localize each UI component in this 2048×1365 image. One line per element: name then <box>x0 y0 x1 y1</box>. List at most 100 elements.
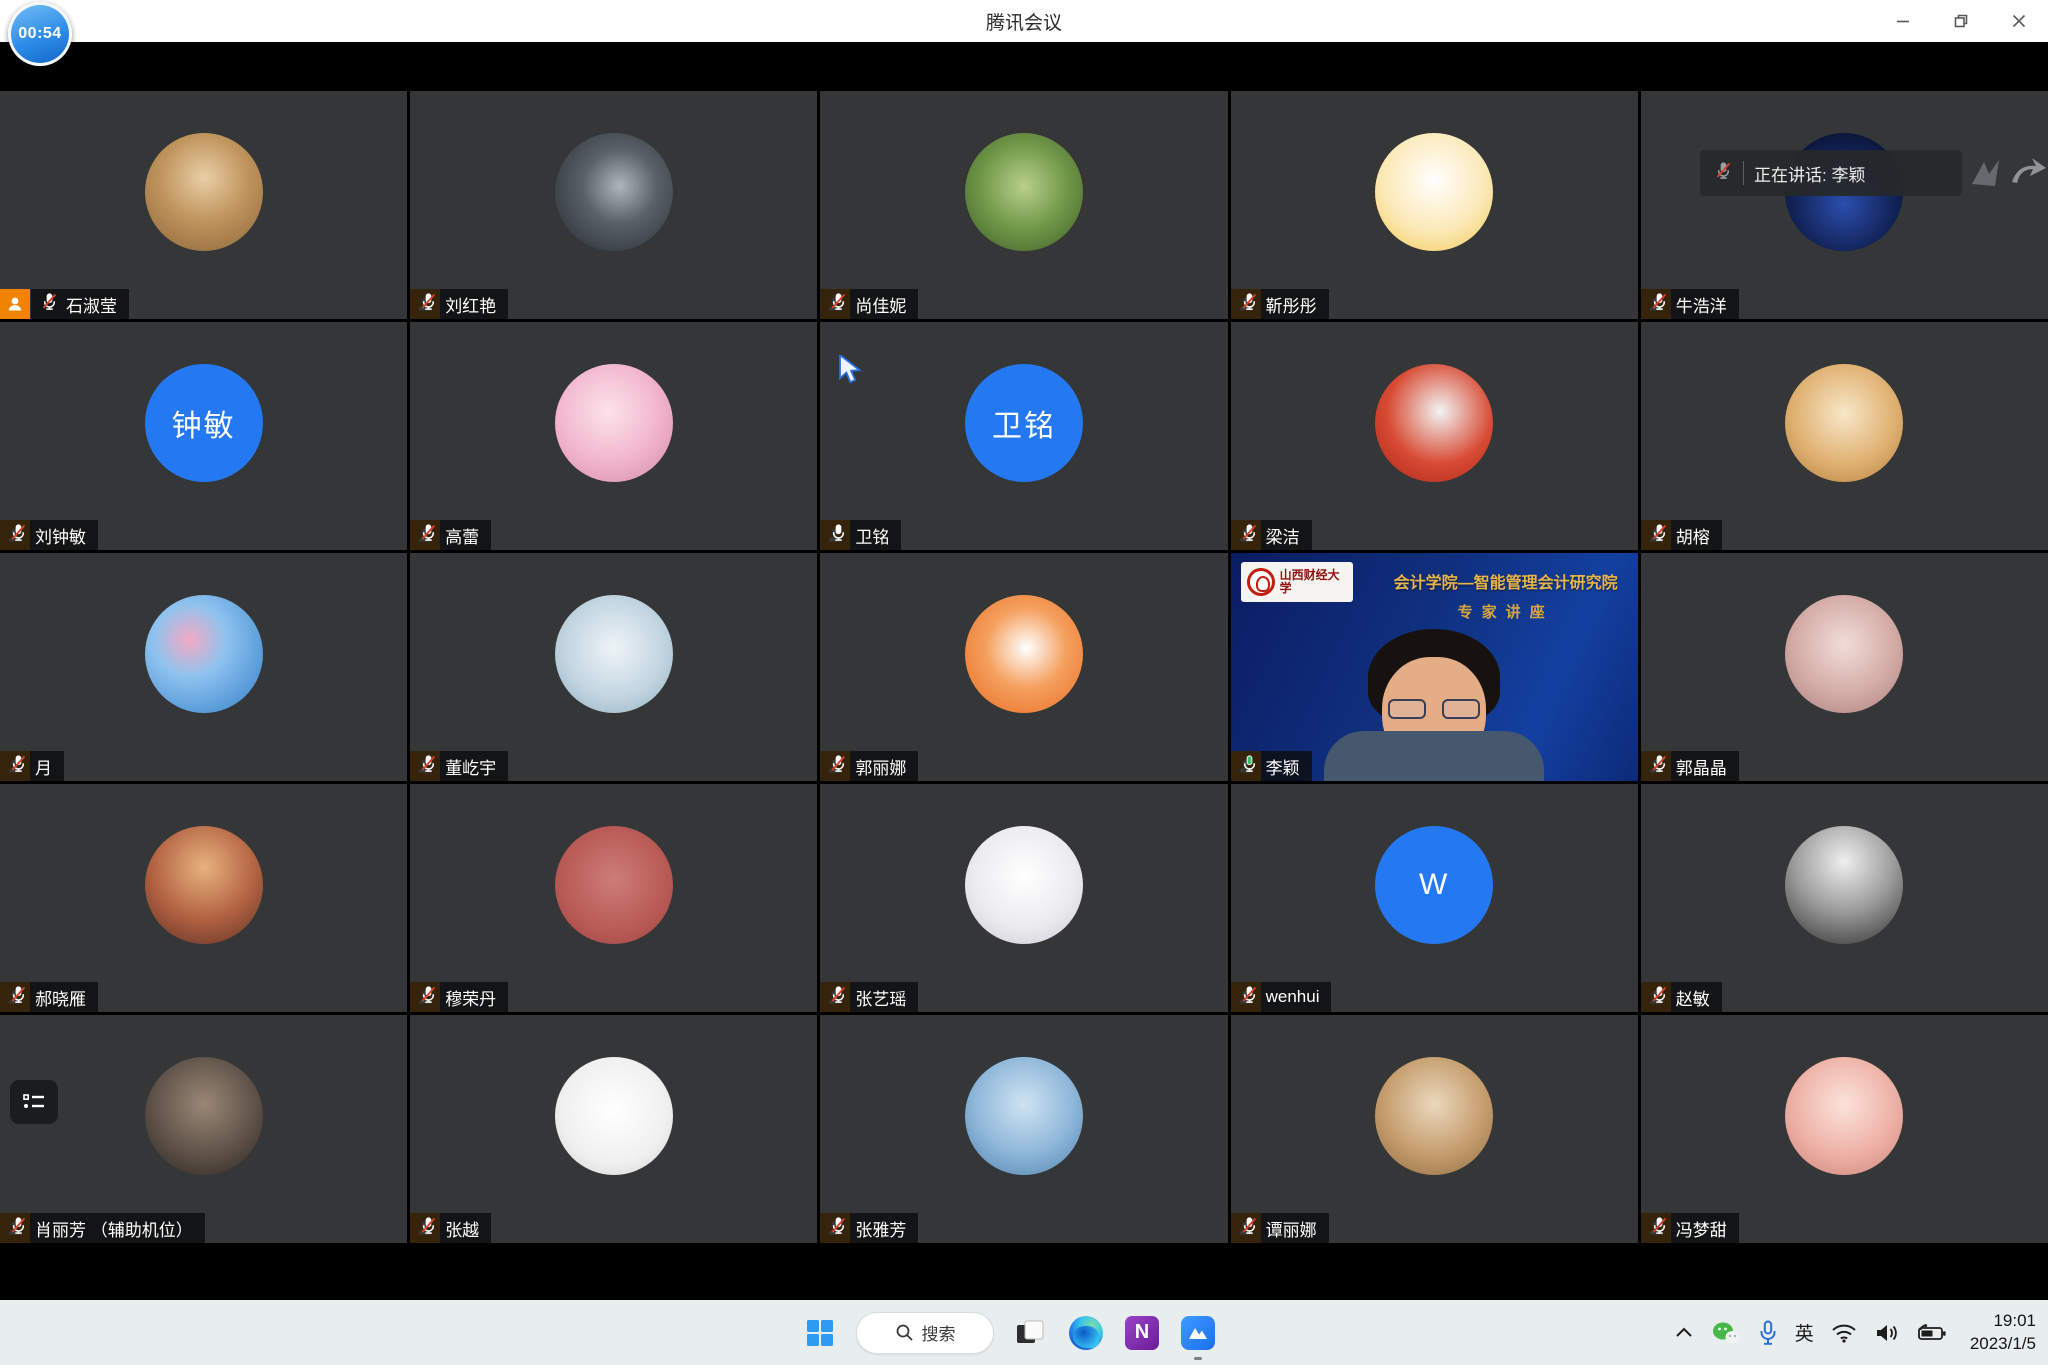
restore-button[interactable] <box>1932 0 1990 42</box>
participant-tile[interactable]: 牛浩洋 <box>1641 91 2048 319</box>
participant-avatar <box>555 826 673 944</box>
tencent-meeting-button[interactable] <box>1178 1313 1218 1353</box>
speaker-shoulders <box>1324 731 1544 781</box>
mic-muted-icon <box>9 523 28 542</box>
battery-charging-icon[interactable] <box>1917 1323 1947 1343</box>
mic-icon <box>419 292 438 316</box>
slide-title-line2: 专家讲座 <box>1381 601 1631 622</box>
participant-tile[interactable]: 郝晓雁 <box>0 784 407 1012</box>
input-language-indicator[interactable]: 英 <box>1795 1319 1814 1346</box>
participant-nameplate: 石淑莹 <box>31 289 129 319</box>
onenote-icon: N <box>1125 1316 1159 1350</box>
participant-tile[interactable]: 肖丽芳 （辅助机位） <box>0 1015 407 1243</box>
participant-tile[interactable]: 石淑莹 <box>0 91 407 319</box>
participant-name: 郭丽娜 <box>855 754 906 779</box>
mic-muted-icon <box>40 292 59 311</box>
participant-avatar <box>145 595 263 713</box>
participant-tile[interactable]: 卫铭 卫铭 <box>820 322 1227 550</box>
university-name: 山西财经大学 <box>1280 569 1347 594</box>
mic-icon <box>829 1216 848 1240</box>
taskbar-center: 搜索 N <box>800 1300 1218 1365</box>
participant-tile[interactable]: 赵敏 <box>1641 784 2048 1012</box>
mic-muted-icon <box>1650 523 1669 542</box>
system-tray: 英 <box>1674 1300 2036 1365</box>
participant-tile[interactable]: 郭丽娜 <box>820 553 1227 781</box>
participant-avatar <box>1785 1057 1903 1175</box>
participant-tile[interactable]: 张雅芳 <box>820 1015 1227 1243</box>
participant-name: 张艺瑶 <box>855 985 906 1010</box>
participant-tile[interactable]: 董屹宇 <box>410 553 817 781</box>
participant-tile[interactable]: 胡榕 <box>1641 322 2048 550</box>
list-icon <box>22 1092 46 1112</box>
timer-value: 00:54 <box>18 25 61 43</box>
taskbar-search[interactable]: 搜索 <box>856 1312 994 1354</box>
participant-name: 张越 <box>445 1216 479 1241</box>
participant-avatar <box>555 1057 673 1175</box>
participant-tile[interactable]: 郭晶晶 <box>1641 553 2048 781</box>
participant-tile[interactable]: 钟敏 刘钟敏 <box>0 322 407 550</box>
participant-name: wenhui <box>1266 987 1320 1007</box>
participant-avatar <box>965 595 1083 713</box>
wechat-tray-icon[interactable] <box>1711 1320 1741 1346</box>
participant-avatar <box>555 364 673 482</box>
tray-time: 19:01 <box>1970 1310 2036 1332</box>
title-bar: 腾讯会议 <box>0 0 2048 42</box>
microphone-in-use-icon[interactable] <box>1758 1320 1778 1346</box>
speaker-glasses <box>1388 699 1480 721</box>
participant-nameplate: 肖丽芳 （辅助机位） <box>0 1213 205 1243</box>
participant-tile[interactable]: 张艺瑶 <box>820 784 1227 1012</box>
participant-name: 卫铭 <box>855 523 889 548</box>
participant-tile[interactable]: 刘红艳 <box>410 91 817 319</box>
wifi-icon[interactable] <box>1831 1323 1857 1343</box>
window-controls <box>1874 0 2048 42</box>
participant-tile[interactable]: 谭丽娜 <box>1231 1015 1638 1243</box>
participant-name: 尚佳妮 <box>855 292 906 317</box>
onenote-button[interactable]: N <box>1122 1313 1162 1353</box>
participant-nameplate: 郭丽娜 <box>820 751 918 781</box>
edge-browser-button[interactable] <box>1066 1313 1106 1353</box>
participant-name: 冯梦甜 <box>1676 1216 1727 1241</box>
running-app-indicator <box>1194 1357 1202 1360</box>
mic-muted-icon <box>1240 292 1259 311</box>
participant-avatar-initials: 钟敏 <box>145 364 263 482</box>
mic-icon <box>9 1216 28 1240</box>
mic-icon <box>1650 1216 1669 1240</box>
task-view-button[interactable] <box>1010 1313 1050 1353</box>
participant-name: 郭晶晶 <box>1676 754 1727 779</box>
participant-name: 赵敏 <box>1676 985 1710 1010</box>
university-emblem-icon <box>1247 568 1275 596</box>
participant-avatar <box>1375 133 1493 251</box>
volume-icon[interactable] <box>1874 1322 1900 1344</box>
participant-nameplate: 靳彤彤 <box>1231 289 1329 319</box>
participant-nameplate: 张雅芳 <box>820 1213 918 1243</box>
participant-name: 胡榕 <box>1676 523 1710 548</box>
mic-icon <box>1650 292 1669 316</box>
participant-tile[interactable]: 山西财经大学会计学院—智能管理会计研究院专家讲座 李颖 <box>1231 553 1638 781</box>
participant-tile[interactable]: 张越 <box>410 1015 817 1243</box>
mic-muted-icon <box>829 1216 848 1235</box>
participant-tile[interactable]: 月 <box>0 553 407 781</box>
speaking-banner-text: 正在讲话: 李颖 <box>1754 161 1865 186</box>
participant-tile[interactable]: 靳彤彤 <box>1231 91 1638 319</box>
participant-tile[interactable]: 穆荣丹 <box>410 784 817 1012</box>
minimize-button[interactable] <box>1874 0 1932 42</box>
close-button[interactable] <box>1990 0 2048 42</box>
participant-tile[interactable]: W wenhui <box>1231 784 1638 1012</box>
mic-icon <box>9 754 28 778</box>
participant-nameplate: 高蕾 <box>410 520 491 550</box>
participant-tile[interactable]: 梁洁 <box>1231 322 1638 550</box>
participant-tile[interactable]: 冯梦甜 <box>1641 1015 2048 1243</box>
participant-avatar <box>145 133 263 251</box>
participant-avatar <box>1785 826 1903 944</box>
tray-overflow-button[interactable] <box>1674 1326 1694 1340</box>
start-button[interactable] <box>800 1313 840 1353</box>
meeting-timer[interactable]: 00:54 <box>8 2 72 66</box>
mic-muted-icon <box>419 754 438 773</box>
mic-icon <box>419 1216 438 1240</box>
participant-nameplate: 梁洁 <box>1231 520 1312 550</box>
participant-avatar <box>965 133 1083 251</box>
member-list-button[interactable] <box>10 1080 58 1124</box>
participant-tile[interactable]: 高蕾 <box>410 322 817 550</box>
participant-tile[interactable]: 尚佳妮 <box>820 91 1227 319</box>
clock[interactable]: 19:01 2023/1/5 <box>1970 1310 2036 1354</box>
